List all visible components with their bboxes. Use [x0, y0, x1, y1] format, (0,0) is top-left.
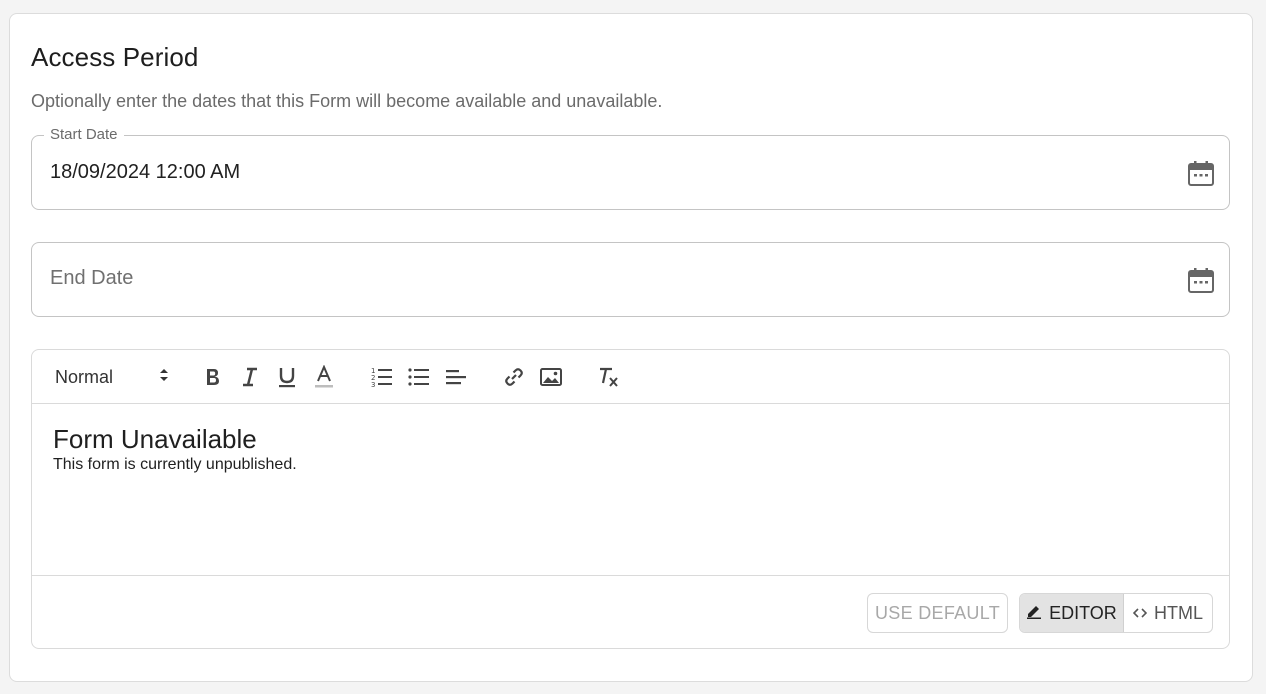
section-title: Access Period: [31, 42, 199, 72]
end-date-placeholder: End Date: [50, 267, 134, 289]
calendar-icon[interactable]: [1187, 160, 1215, 188]
format-select[interactable]: Normal: [55, 364, 169, 390]
access-period-card: Access Period Optionally enter the dates…: [9, 13, 1253, 682]
select-arrows-icon: [159, 367, 169, 388]
editor-mode-button[interactable]: EDITOR: [1020, 594, 1124, 632]
end-date-field[interactable]: End Date: [31, 242, 1230, 317]
image-icon[interactable]: [540, 364, 562, 390]
pencil-icon: [1026, 603, 1042, 624]
editor-content[interactable]: Form Unavailable This form is currently …: [32, 404, 1229, 576]
svg-text:3: 3: [371, 381, 375, 388]
start-date-label: Start Date: [44, 126, 124, 144]
content-heading: Form Unavailable: [53, 424, 257, 454]
bold-icon[interactable]: [202, 364, 224, 390]
format-select-value: Normal: [55, 366, 114, 387]
rich-text-editor: Normal 1 2 3 Form Unavailable This form …: [31, 349, 1230, 649]
bullet-list-icon[interactable]: [408, 364, 430, 390]
html-mode-label: HTML: [1153, 602, 1203, 623]
code-icon: [1132, 603, 1148, 624]
html-mode-button[interactable]: HTML: [1124, 594, 1212, 632]
align-icon[interactable]: [445, 364, 467, 390]
mode-toggle: EDITOR HTML: [1019, 593, 1213, 633]
content-body: This form is currently unpublished.: [53, 456, 297, 473]
start-date-value[interactable]: 18/09/2024 12:00 AM: [50, 161, 240, 184]
use-default-button[interactable]: USE DEFAULT: [867, 593, 1008, 633]
start-date-field[interactable]: Start Date 18/09/2024 12:00 AM: [31, 126, 1230, 210]
link-icon[interactable]: [503, 364, 525, 390]
clear-format-icon[interactable]: [597, 364, 621, 390]
section-description: Optionally enter the dates that this For…: [31, 91, 663, 111]
editor-mode-label: EDITOR: [1049, 602, 1117, 623]
italic-icon[interactable]: [239, 364, 261, 390]
calendar-icon[interactable]: [1187, 267, 1215, 295]
ordered-list-icon[interactable]: 1 2 3: [371, 364, 393, 390]
text-color-icon[interactable]: [313, 364, 335, 390]
editor-toolbar: Normal 1 2 3: [32, 350, 1229, 404]
underline-icon[interactable]: [276, 364, 298, 390]
